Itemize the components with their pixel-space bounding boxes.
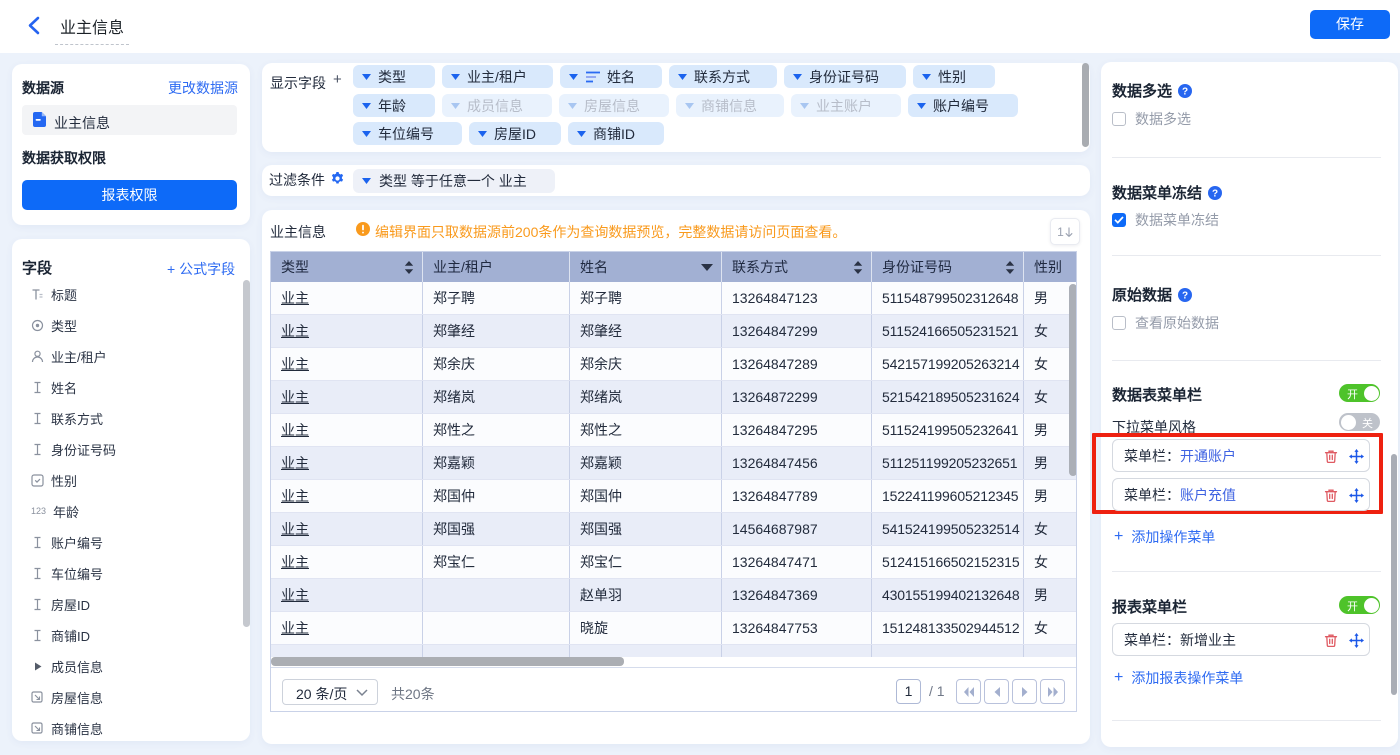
svg-text:?: ? <box>1182 86 1188 97</box>
svg-text:?: ? <box>1212 188 1218 199</box>
svg-text:?: ? <box>1182 290 1188 301</box>
